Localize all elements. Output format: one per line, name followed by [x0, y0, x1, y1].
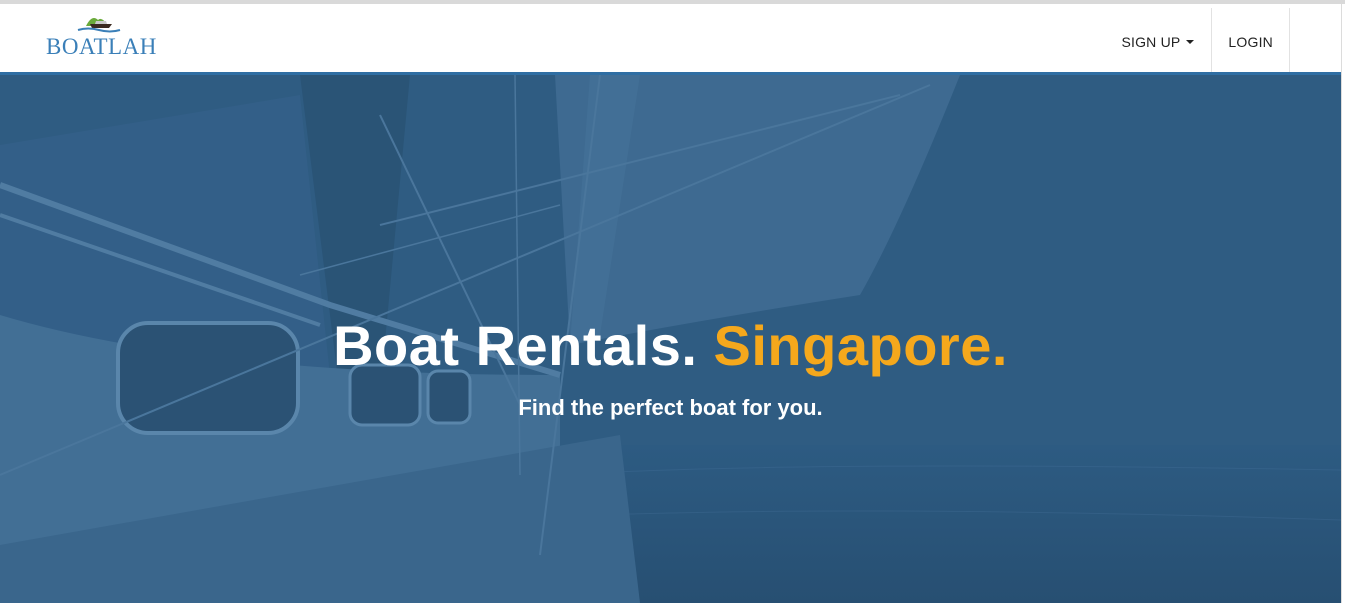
hero-banner: Boat Rentals. Singapore. Find the perfec…	[0, 75, 1341, 603]
login-link[interactable]: LOGIN	[1211, 8, 1290, 76]
brand-name: BOATLAH	[46, 34, 157, 59]
signup-label: SIGN UP	[1121, 34, 1181, 50]
boat-island-icon	[77, 18, 121, 33]
brand-logo[interactable]: BOATLAH	[46, 12, 166, 64]
login-label: LOGIN	[1228, 34, 1273, 50]
main-nav: SIGN UP LOGIN	[1111, 8, 1290, 76]
hero-title: Boat Rentals. Singapore.	[0, 313, 1341, 378]
navbar: BOATLAH SIGN UP LOGIN	[0, 4, 1345, 76]
hero-title-accent: Singapore.	[713, 314, 1008, 377]
scrollbar-edge	[1341, 4, 1345, 603]
signup-dropdown[interactable]: SIGN UP	[1111, 8, 1211, 76]
caret-down-icon	[1186, 40, 1195, 44]
hero-title-main: Boat Rentals.	[333, 314, 698, 377]
hero-subtitle: Find the perfect boat for you.	[518, 395, 823, 420]
